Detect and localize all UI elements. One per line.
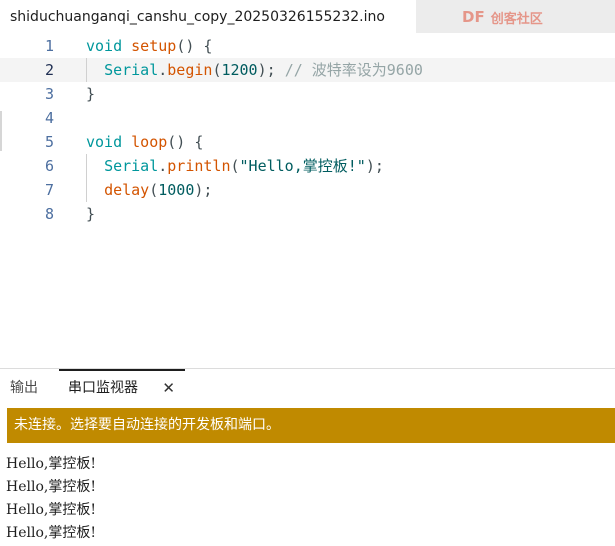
close-icon[interactable]: ✕: [162, 371, 175, 406]
panel-tabs: 输出 串口监视器 ✕: [0, 369, 615, 405]
line-number: 8: [44, 205, 54, 223]
code-text: }: [86, 85, 96, 103]
code-line[interactable]: 1 void setup() {: [0, 34, 615, 58]
code-line[interactable]: 4: [0, 106, 615, 130]
code-text: }: [86, 205, 96, 223]
serial-output-line: Hello,掌控板!: [6, 525, 96, 541]
watermark-name: 创客社区: [490, 11, 543, 27]
line-number: 4: [44, 109, 54, 127]
tab-serial-monitor[interactable]: 串口监视器 ✕: [59, 369, 185, 405]
line-number: 1: [44, 37, 54, 55]
not-connected-banner: 未连接。选择要自动连接的开发板和端口。: [7, 408, 615, 443]
watermark-brand: DF: [462, 8, 485, 26]
line-number: 2: [44, 61, 54, 79]
code-line[interactable]: 5 void loop() {: [0, 130, 615, 154]
bottom-panel: 输出 串口监视器 ✕ 未连接。选择要自动连接的开发板和端口。 Hello,掌控板…: [0, 368, 615, 546]
code-text: delay(1000);: [104, 181, 213, 199]
code-editor[interactable]: 1 void setup() { 2 Serial.begin(1200); // …: [0, 33, 615, 368]
serial-output-line: Hello,掌控板!: [6, 502, 96, 518]
code-text: Serial.println("Hello,掌控板!");: [104, 157, 384, 175]
code-text: Serial.begin(1200); // 波特率设为9600: [104, 61, 423, 79]
editor-tab-bar: shiduchuanganqi_canshu_copy_202503261552…: [0, 0, 615, 33]
serial-monitor-output: Hello,掌控板! Hello,掌控板! Hello,掌控板! Hello,掌…: [6, 453, 606, 545]
code-text: void setup() {: [86, 37, 213, 55]
code-line[interactable]: 3}: [0, 82, 615, 106]
tab-output[interactable]: 输出: [10, 369, 38, 405]
indent-guide: [86, 58, 87, 82]
line-number: 3: [44, 85, 54, 103]
indent-guide: [86, 154, 87, 178]
dfrobot-watermark-logo: DF 创客社区: [462, 4, 612, 30]
line-number: 6: [44, 157, 54, 175]
line-number: 5: [44, 133, 54, 151]
code-line[interactable]: 7 delay(1000);: [0, 178, 615, 202]
code-line[interactable]: 2 Serial.begin(1200); // 波特率设为9600: [0, 58, 615, 82]
code-line[interactable]: 6 Serial.println("Hello,掌控板!");: [0, 154, 615, 178]
file-tab[interactable]: shiduchuanganqi_canshu_copy_202503261552…: [0, 0, 416, 33]
code-text: void loop() {: [86, 133, 204, 151]
line-number: 7: [44, 181, 54, 199]
serial-output-line: Hello,掌控板!: [6, 479, 96, 495]
serial-output-line: Hello,掌控板!: [6, 456, 96, 472]
code-line[interactable]: 8}: [0, 202, 615, 226]
indent-guide: [86, 178, 87, 202]
tab-serial-monitor-label: 串口监视器: [68, 380, 138, 396]
